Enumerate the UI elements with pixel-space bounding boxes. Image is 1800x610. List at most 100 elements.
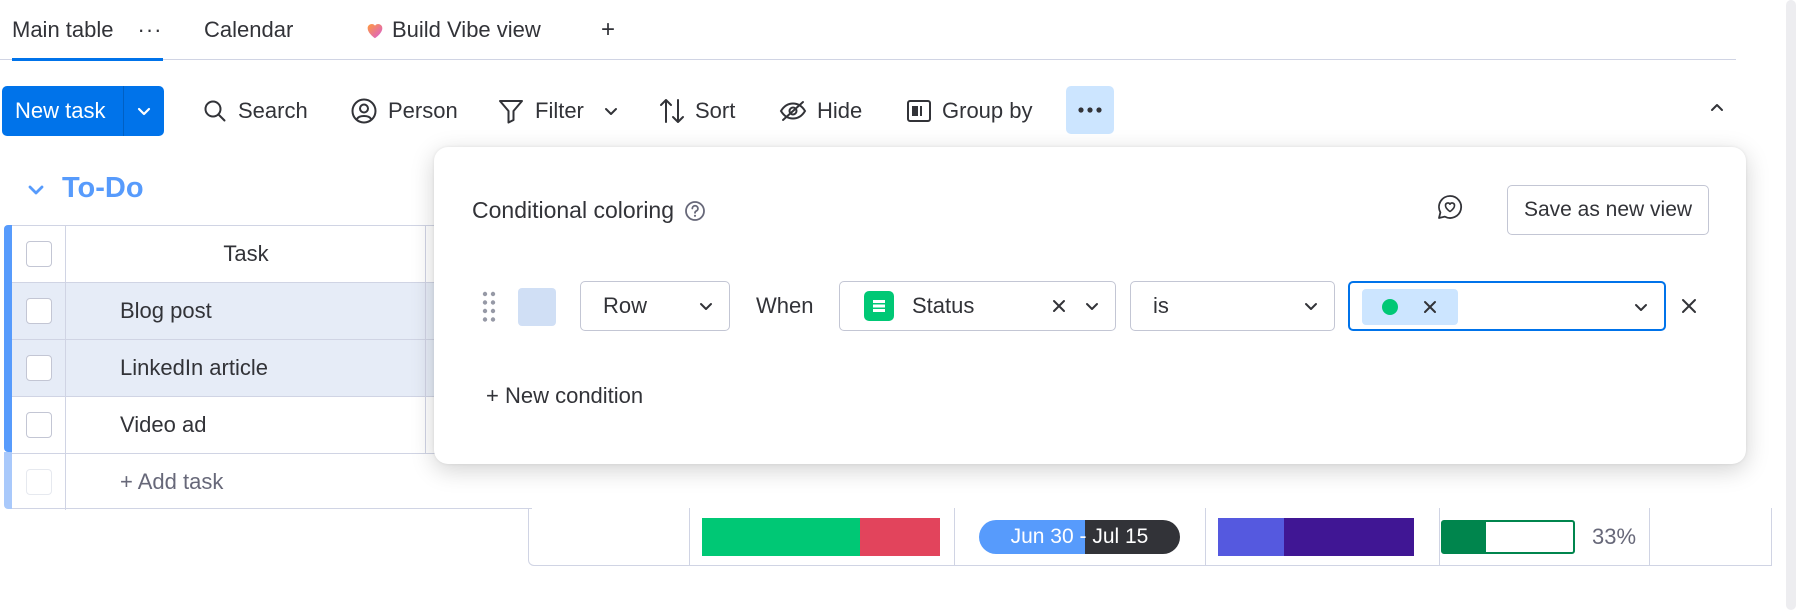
collapse-header-button[interactable] (1697, 88, 1737, 128)
priority-summary-segment[interactable] (1218, 518, 1284, 556)
target-dropdown[interactable]: Row (580, 281, 730, 331)
divider (689, 508, 690, 565)
priority-summary-segment[interactable] (1284, 518, 1414, 556)
target-value: Row (603, 293, 648, 318)
filter-button[interactable]: Filter (497, 86, 620, 136)
close-icon (1053, 300, 1065, 312)
row-checkbox-cell (12, 340, 66, 396)
new-task-button[interactable]: New task (2, 98, 123, 124)
tab-calendar-label: Calendar (204, 17, 294, 42)
new-task-split-button: New task (2, 86, 164, 136)
chevron-down-icon (1086, 303, 1098, 310)
search-button[interactable]: Search (202, 86, 308, 136)
status-summary-done[interactable] (702, 518, 860, 556)
row-checkbox[interactable] (25, 298, 52, 324)
filter-icon (499, 100, 523, 124)
row-checkbox[interactable] (25, 412, 52, 438)
timeline-label: Jun 30 - Jul 15 (1010, 525, 1149, 548)
column-dropdown[interactable]: Status (839, 281, 1116, 331)
add-row-checkbox-cell (12, 454, 66, 510)
group-by-label: Group by (942, 98, 1033, 123)
eye-off-icon (779, 101, 807, 121)
status-color-dot (1382, 299, 1398, 315)
status-column-icon (864, 291, 894, 321)
tab-more-icon[interactable]: ··· (138, 17, 163, 43)
close-icon[interactable] (1422, 299, 1438, 315)
chevron-down-icon[interactable] (602, 102, 620, 120)
task-name[interactable]: LinkedIn article (120, 340, 268, 396)
divider (1649, 508, 1650, 565)
divider (425, 340, 426, 396)
board-toolbar: New task Search Person Filter Sort Hide … (0, 86, 1800, 136)
person-filter-button[interactable]: Person (350, 86, 458, 136)
plus-icon: + (601, 16, 616, 43)
group-by-button[interactable]: Group by (906, 86, 1033, 136)
group-color-bar (4, 225, 12, 452)
remove-condition-button[interactable] (1670, 287, 1708, 325)
divider (425, 397, 426, 453)
help-icon[interactable] (684, 200, 706, 222)
filter-label: Filter (535, 98, 584, 123)
tab-main-table-label: Main table (12, 17, 114, 42)
view-tabs: Main table ··· Calendar Build Vibe view … (0, 0, 1736, 61)
select-all-checkbox[interactable] (25, 241, 52, 267)
hide-label: Hide (817, 98, 863, 123)
search-icon (204, 100, 226, 122)
person-icon (351, 98, 377, 124)
add-row-checkbox (25, 469, 52, 495)
task-name[interactable]: Video ad (120, 397, 206, 453)
value-dropdown[interactable] (1348, 281, 1666, 331)
operator-dropdown[interactable]: is (1130, 281, 1335, 331)
row-checkbox-cell (12, 283, 66, 339)
group-by-icon (907, 100, 931, 122)
chevron-down-icon[interactable] (26, 179, 46, 199)
group-title[interactable]: To-Do (62, 172, 144, 205)
sort-button[interactable]: Sort (659, 86, 735, 136)
divider (425, 226, 426, 282)
feedback-heart-icon (1438, 195, 1462, 219)
color-picker-swatch[interactable] (518, 288, 556, 326)
more-actions-button[interactable] (1066, 86, 1114, 134)
status-value-chip (1362, 289, 1458, 325)
new-condition-button[interactable]: + New condition (486, 383, 643, 409)
chevron-down-icon (1305, 303, 1317, 310)
close-icon (1682, 299, 1696, 313)
new-task-dropdown-button[interactable] (124, 86, 164, 136)
chevron-down-icon (1635, 304, 1647, 311)
divider (425, 283, 426, 339)
tab-main-table[interactable]: Main table ··· (12, 14, 163, 61)
divider (1205, 508, 1206, 565)
person-label: Person (388, 98, 458, 123)
conditional-coloring-popover: Conditional coloring Save as new view Ro… (434, 147, 1746, 464)
divider (954, 508, 955, 565)
vibe-heart-icon (367, 24, 383, 39)
tab-calendar[interactable]: Calendar (204, 14, 293, 46)
column-header-task[interactable]: Task (66, 226, 426, 282)
vertical-scrollbar[interactable] (1786, 0, 1796, 610)
divider (1439, 508, 1440, 565)
timeline-summary[interactable]: Jun 30 - Jul 15 (979, 520, 1180, 554)
tab-build-vibe-view[interactable]: Build Vibe view (364, 14, 541, 46)
operator-value: is (1153, 293, 1169, 318)
tab-build-vibe-label: Build Vibe view (392, 17, 541, 42)
hide-button[interactable]: Hide (779, 86, 862, 136)
progress-percent: 33% (1592, 524, 1637, 549)
row-checkbox-cell (12, 397, 66, 453)
select-all-cell (12, 226, 66, 282)
task-name[interactable]: Blog post (120, 283, 212, 339)
popover-title-text: Conditional coloring (472, 197, 675, 223)
group-color-bar-footer (4, 452, 12, 509)
more-dots-icon (1078, 107, 1102, 113)
save-as-new-view-button[interactable]: Save as new view (1507, 185, 1709, 235)
search-label: Search (238, 98, 308, 123)
add-task-input[interactable]: + Add task (120, 454, 223, 510)
drag-handle-icon[interactable] (480, 289, 498, 325)
add-view-button[interactable]: + (601, 14, 615, 46)
clear-column-button[interactable] (1051, 282, 1067, 330)
row-checkbox[interactable] (25, 355, 52, 381)
sort-label: Sort (695, 98, 736, 123)
feedback-button[interactable] (1434, 191, 1466, 223)
status-summary-stuck[interactable] (860, 518, 940, 556)
group-header[interactable]: To-Do (26, 172, 144, 205)
sort-icon (660, 99, 684, 123)
